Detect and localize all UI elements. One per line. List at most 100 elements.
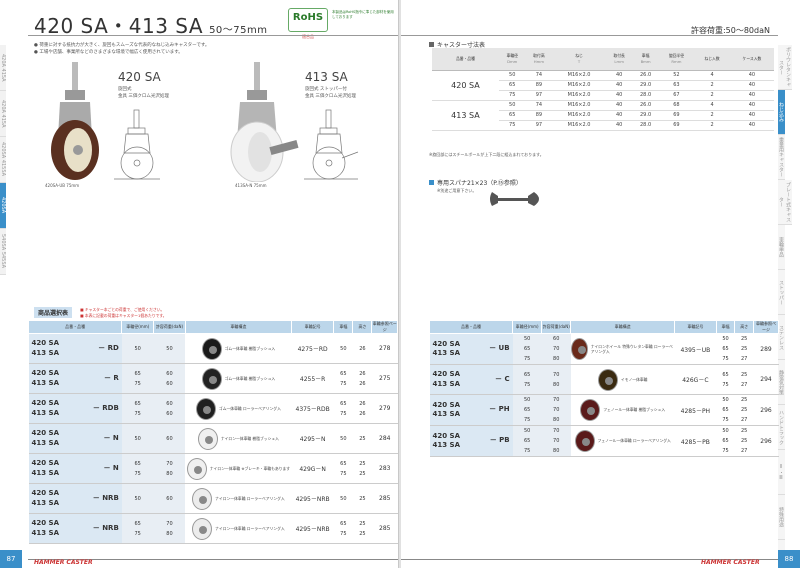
dims-cell: 40 — [729, 120, 774, 131]
col-dia: 車輪径(mm) — [121, 320, 155, 334]
title-rule — [28, 35, 398, 36]
wheel-image — [580, 399, 601, 421]
allowable-load: 70 80 — [153, 453, 186, 484]
product-code: 420 SA 413 SA － PH — [429, 394, 513, 426]
wheel-height: 25 — [352, 423, 372, 454]
side-tab-4[interactable]: 540SA 545SA — [0, 229, 6, 275]
ref-page-link[interactable]: 289 — [753, 333, 779, 365]
dims-cell: 4 — [694, 70, 730, 81]
allowable-load: 60 60 — [153, 393, 186, 424]
allowable-load: 70 70 80 — [541, 394, 571, 426]
ref-page-link[interactable]: 283 — [371, 453, 398, 484]
wheel-model: 4295－NRB — [291, 483, 334, 514]
col-ref: 車輪参照ページ — [371, 320, 398, 334]
side-tab-right-4[interactable]: 車輪単品 — [778, 225, 785, 270]
selection-table-note: ■ キャスター本ごとの荷重で、ご使用ください。 ■ 本表に記載の荷重はキャスター1… — [80, 307, 167, 318]
dims-cell: 97 — [525, 120, 553, 131]
ref-page-link[interactable]: 294 — [753, 364, 779, 395]
side-tab-right-10[interactable]: 特殊用途 — [778, 495, 785, 540]
wheel-image — [570, 338, 588, 360]
dims-cell: 40 — [605, 100, 633, 111]
col-width: 車幅 — [333, 320, 354, 334]
ref-page-link[interactable]: 296 — [753, 394, 779, 426]
wheel-description: ナイロン一体車輪 ※ブレーキ・車輪もあります — [209, 465, 291, 471]
side-tab-right-9[interactable]: Ⅱ・Ⅲ — [778, 450, 785, 495]
allowable-load: 60 70 80 — [541, 333, 571, 365]
col-width-r: 車幅 — [715, 320, 736, 334]
wheel-width: 65 75 — [716, 364, 735, 395]
dims-cell: 68 — [658, 100, 695, 111]
side-tab-right-0[interactable]: ポリウレタンキャスター — [778, 45, 792, 90]
ref-page-link[interactable]: 284 — [371, 423, 398, 454]
ref-page-link[interactable]: 285 — [371, 513, 398, 544]
wheel-width: 50 — [333, 423, 353, 454]
dims-cell: 89 — [525, 80, 553, 91]
allowable-load: 70 80 — [153, 513, 186, 544]
dims-cell: 65 — [498, 80, 526, 91]
side-tab-right-1[interactable]: ねじ込み — [778, 90, 785, 135]
wheel-image — [197, 427, 218, 450]
wheel-diameter: 50 65 75 — [512, 425, 542, 457]
side-tab-right-3[interactable]: プレート式キャスター — [778, 180, 792, 225]
side-tab-1[interactable]: 420A 415A — [0, 91, 6, 137]
side-tab-0[interactable]: 420A 415A — [0, 45, 6, 91]
wheel-height: 26 26 — [352, 363, 372, 394]
ref-page-link[interactable]: 275 — [371, 363, 398, 394]
allowable-load: 60 60 — [153, 363, 186, 394]
ref-page-link[interactable]: 285 — [371, 483, 398, 514]
dims-col-7: ねじ入数 — [694, 48, 730, 71]
dims-col-6: 旋回半径 Rmm — [658, 48, 695, 71]
allowable-load: 70 80 — [541, 364, 571, 395]
side-tab-right-2[interactable]: 重量用キャスター — [778, 135, 785, 180]
wheel-structure: ゴム一体車輪 樹脂ブッシュ入 — [185, 333, 292, 364]
side-tab-right-7[interactable]: 静電気対策 — [778, 360, 785, 405]
wheel-width: 50 65 75 — [716, 394, 735, 426]
dims-cell: 29.0 — [632, 110, 659, 121]
wheel-structure: ナイロン一体車輪 ※ブレーキ・車輪もあります — [185, 453, 292, 484]
wheel-width: 65 75 — [333, 453, 353, 484]
col-code-r: 品番・品種 — [428, 320, 514, 334]
table-row: 420 SA 413 SA － NRB 50 60 ナイロン一体車輪 ローラーベアリング入… — [28, 483, 398, 514]
wheel-description: ゴム一体車輪 樹脂ブッシュ入 — [224, 375, 276, 381]
ref-page-link[interactable]: 296 — [753, 425, 779, 457]
dims-cell: 67 — [658, 90, 695, 101]
side-tab-right-6[interactable]: ステンレス — [778, 315, 785, 360]
dims-cell: 69 — [658, 110, 695, 121]
ref-page-link[interactable]: 278 — [371, 333, 398, 364]
wheel-height: 25 25 — [352, 453, 372, 484]
wheel-description: ゴム一体車輪 樹脂ブッシュ入 — [224, 345, 276, 351]
col-structure: 車輪構造 — [184, 320, 292, 334]
wheel-structure: フェノール一体車輪 ローラーベアリング入 — [570, 425, 675, 457]
side-tab-right-8[interactable]: ハンドトラック — [778, 405, 785, 450]
wheel-diameter: 50 — [121, 423, 154, 454]
dims-cell: 52 — [658, 70, 695, 81]
photo-caption-413sa: 413SA-N 75mm — [235, 183, 267, 188]
selection-table-right: 品番・品種 車輪径(mm) 許容荷重(daN) 車輪構造 車輪記号 車幅 高さ … — [428, 320, 779, 457]
wheel-structure: ゴム一体車輪 ローラーベアリング入 — [185, 393, 292, 424]
dims-cell: 50 — [498, 100, 526, 111]
side-tab-right-5[interactable]: ストッパー — [778, 270, 785, 315]
dims-cell: 74 — [525, 100, 553, 111]
dims-cell: 4 — [694, 100, 730, 111]
ref-page-link[interactable]: 279 — [371, 393, 398, 424]
table-row: 420 SA 413 SA － RD 50 50 ゴム一体車輪 樹脂ブッシュ入 4275－R… — [28, 333, 398, 364]
wheel-model: 4395－UB — [674, 333, 717, 365]
wheel-width: 50 65 75 — [716, 333, 735, 365]
wheel-structure: ナイロン一体車輪 樹脂ブッシュ入 — [185, 423, 292, 454]
dims-cell: 2 — [694, 120, 730, 131]
allowable-load: 70 70 80 — [541, 425, 571, 457]
dims-cell: 40 — [605, 110, 633, 121]
dims-cell: 40 — [605, 90, 633, 101]
side-tab-3[interactable]: 420SA — [0, 183, 6, 229]
page-number-right: 88 — [778, 550, 800, 568]
wheel-width: 65 75 — [333, 363, 353, 394]
product-code: 420 SA 413 SA － C — [429, 364, 513, 395]
dims-cell: 40 — [729, 70, 774, 81]
wheel-diameter: 50 — [121, 483, 154, 514]
side-tab-2[interactable]: 420SA 415SA — [0, 137, 6, 183]
dims-cell: 75 — [498, 120, 526, 131]
dims-cell: M16×2.0 — [552, 100, 606, 111]
wheel-structure: ナイロン一体車輪 ローラーベアリング入 — [185, 513, 292, 544]
wheel-description: ナイロンホイール 特殊ウレタン車輪 ローラーベアリング入 — [590, 343, 673, 354]
wheel-description: フェノール一体車輪 ローラーベアリング入 — [597, 438, 671, 444]
